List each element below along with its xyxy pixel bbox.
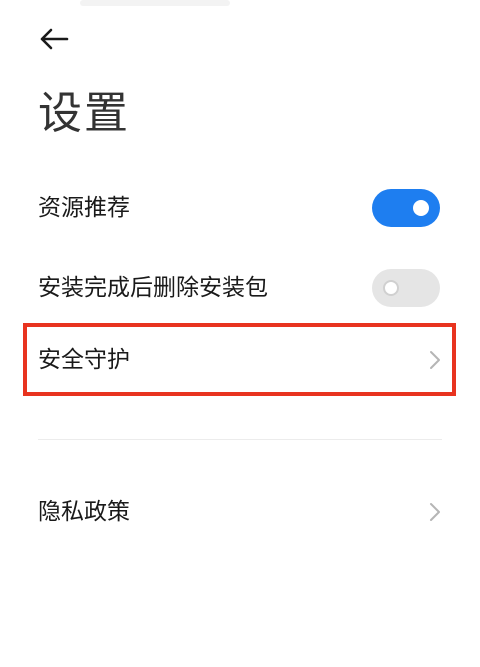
- toggle-knob: [413, 200, 429, 216]
- delete-after-install-toggle[interactable]: [372, 269, 440, 307]
- chevron-right-icon: [430, 503, 440, 521]
- highlight-box: [23, 323, 456, 396]
- privacy-policy-label: 隐私政策: [38, 499, 130, 525]
- arrow-left-icon: [40, 28, 69, 50]
- delete-after-install-label: 安装完成后删除安装包: [38, 275, 268, 301]
- resource-recommend-row: 资源推荐: [0, 178, 480, 238]
- privacy-policy-row[interactable]: 隐私政策: [0, 482, 480, 542]
- settings-screen: 设置 资源推荐 安装完成后删除安装包 安全守护 隐私政策: [0, 0, 480, 667]
- resource-recommend-label: 资源推荐: [38, 195, 130, 221]
- delete-after-install-row: 安装完成后删除安装包: [0, 258, 480, 318]
- toggle-knob: [383, 280, 399, 296]
- resource-recommend-toggle[interactable]: [372, 189, 440, 227]
- back-button[interactable]: [34, 22, 74, 56]
- page-title: 设置: [38, 88, 130, 139]
- section-divider: [38, 439, 442, 440]
- status-bar-remnant: [80, 0, 230, 6]
